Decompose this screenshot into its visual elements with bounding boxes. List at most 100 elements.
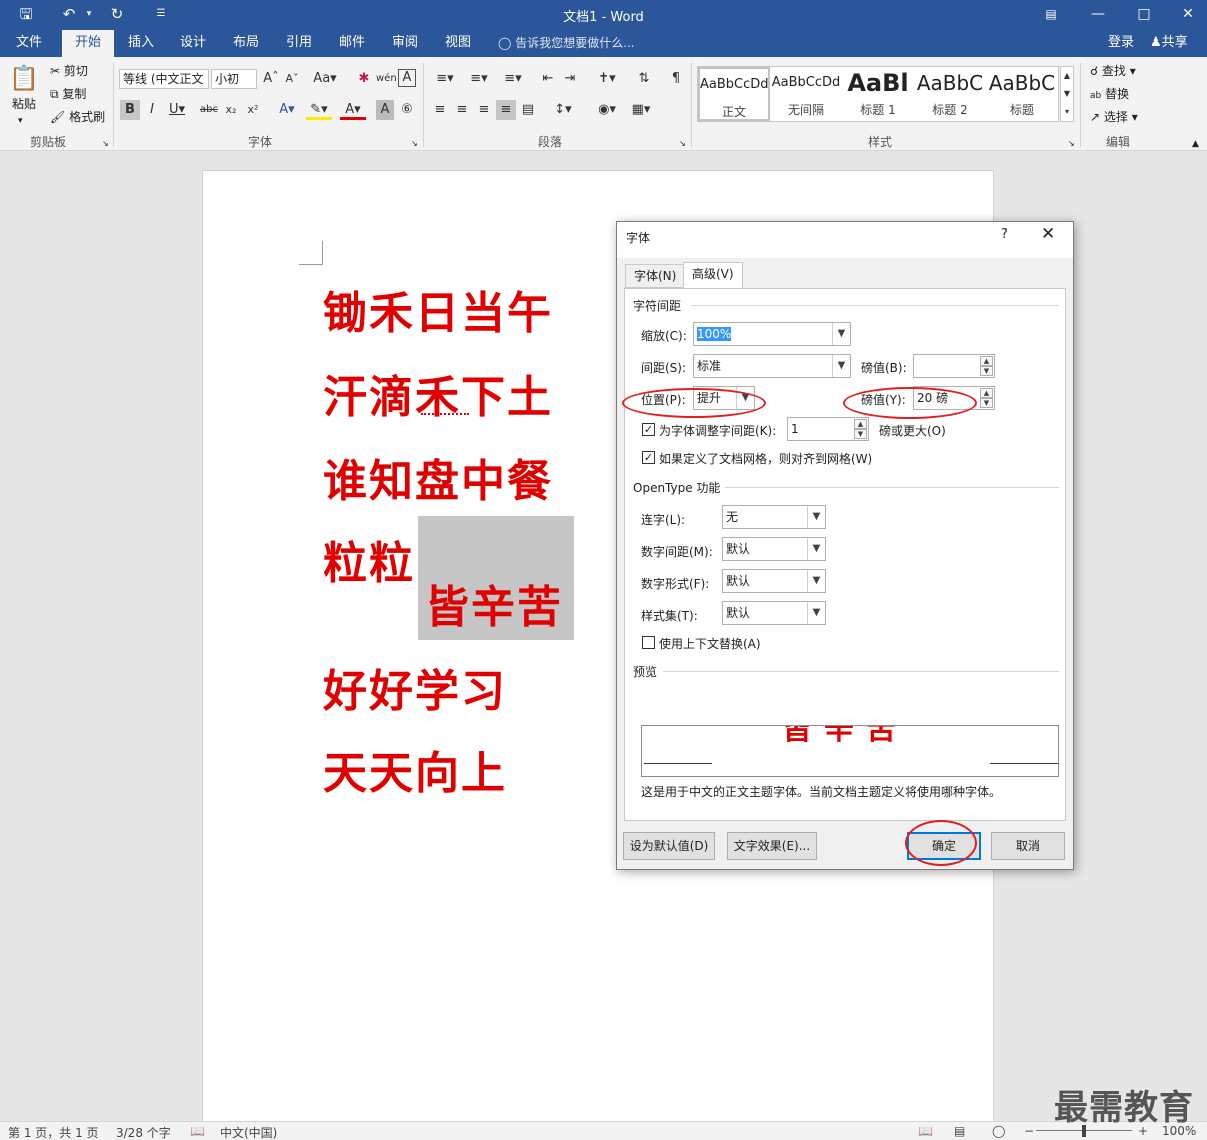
grow-font-icon[interactable]: Aˆ [262, 69, 280, 89]
proofing-icon[interactable]: 📖 [190, 1124, 205, 1138]
ribbon-display-icon[interactable]: ▤ [1031, 2, 1071, 26]
kerning-checkbox[interactable]: ✓ [642, 423, 655, 436]
doc-line-2[interactable]: 汗滴禾下土 [323, 361, 553, 425]
spin-down-icon[interactable]: ▼ [980, 398, 993, 408]
help-button[interactable]: ? [1001, 227, 1008, 242]
word-count[interactable]: 3/28 个字 [116, 1124, 171, 1140]
replace-button[interactable]: ab 替换 [1090, 85, 1129, 105]
tab-view[interactable]: 视图 [435, 30, 481, 57]
styles-launcher-icon[interactable]: ↘ [1068, 135, 1075, 153]
style-normal[interactable]: AaBbCcDd 正文 [698, 67, 770, 121]
number-spacing-combo[interactable]: 默认 ▼ [722, 537, 826, 561]
set-default-button[interactable]: 设为默认值(D) [623, 832, 715, 860]
bold-icon[interactable]: B [120, 100, 140, 120]
style-heading-2[interactable]: AaBbC 标题 2 [914, 67, 986, 121]
kerning-spinner[interactable]: 1 ▲ ▼ [787, 417, 869, 441]
clipboard-launcher-icon[interactable]: ↘ [102, 135, 109, 153]
spacing-combo[interactable]: 标准 ▼ [693, 354, 851, 378]
tab-mailings[interactable]: 邮件 [329, 30, 375, 57]
close-window-icon[interactable]: ✕ [1168, 2, 1207, 26]
phonetic-guide-icon[interactable]: wén [376, 69, 397, 89]
shrink-font-icon[interactable]: Aˇ [283, 69, 301, 89]
char-border-icon[interactable]: A [398, 69, 416, 87]
select-button[interactable]: ↗ 选择 ▾ [1090, 108, 1138, 126]
spin-up-icon[interactable]: ▲ [980, 356, 993, 366]
paste-button[interactable]: 粘贴 [12, 95, 36, 113]
spin-up-icon[interactable]: ▲ [980, 388, 993, 398]
styles-scroll-icon[interactable]: ▲ ▼ ▾ [1060, 66, 1074, 122]
tab-advanced[interactable]: 高级(V) [683, 262, 743, 289]
tab-design[interactable]: 设计 [170, 30, 216, 57]
login-link[interactable]: 登录 [1108, 30, 1134, 56]
collapse-ribbon-icon[interactable]: ▲ [1192, 135, 1199, 153]
page-count[interactable]: 第 1 页，共 1 页 [8, 1124, 99, 1140]
format-painter-button[interactable]: 🖌 格式刷 [50, 108, 105, 126]
find-button[interactable]: ☌ 查找 ▾ [1090, 62, 1136, 80]
snap-to-grid-checkbox[interactable]: ✓ [642, 451, 655, 464]
zoom-out-icon[interactable]: − [1024, 1124, 1034, 1138]
read-mode-icon[interactable]: 📖 [918, 1124, 933, 1138]
increase-indent-icon[interactable]: ⇥ [560, 69, 580, 89]
tab-file[interactable]: 文件 [6, 30, 52, 57]
spin-up-icon[interactable]: ▲ [854, 419, 867, 429]
decrease-indent-icon[interactable]: ⇤ [538, 69, 558, 89]
spacing-by-spinner[interactable]: ▲ ▼ [913, 354, 995, 378]
font-name-box[interactable]: 等线 (中文正文 [119, 69, 209, 89]
paste-dropdown-icon[interactable]: ▾ [18, 112, 23, 130]
spin-down-icon[interactable]: ▼ [980, 366, 993, 376]
doc-line-4[interactable]: 粒粒 [323, 527, 415, 591]
sort-icon[interactable]: ⇅ [634, 69, 654, 89]
doc-line-5[interactable]: 好好学习 [323, 655, 507, 719]
superscript-icon[interactable]: x² [244, 100, 262, 120]
print-layout-icon[interactable]: ▤ [954, 1124, 965, 1138]
raised-selected-text[interactable]: 皆辛苦 [425, 571, 563, 635]
highlight-icon[interactable]: ✎▾ [306, 100, 332, 120]
paste-icon[interactable]: 📋 [8, 63, 40, 93]
doc-line-3[interactable]: 谁知盘中餐 [323, 445, 553, 509]
subscript-icon[interactable]: x₂ [222, 100, 240, 120]
borders-icon[interactable]: ▦▾ [626, 100, 656, 120]
tell-me-box[interactable]: ◯ 告诉我您想要做什么... [498, 30, 635, 57]
distribute-icon[interactable]: ▤ [518, 100, 538, 120]
number-forms-combo[interactable]: 默认 ▼ [722, 569, 826, 593]
chinese-layout-icon[interactable]: ✝▾ [592, 69, 622, 89]
shading-icon[interactable]: ◉▾ [592, 100, 622, 120]
cancel-button[interactable]: 取消 [991, 832, 1065, 860]
text-effects-icon[interactable]: A▾ [274, 100, 300, 120]
cut-button[interactable]: ✂ 剪切 [50, 62, 88, 80]
copy-button[interactable]: ⧉ 复制 [50, 85, 86, 103]
contextual-alternates-checkbox[interactable] [642, 636, 655, 649]
tab-review[interactable]: 审阅 [382, 30, 428, 57]
text-effects-button[interactable]: 文字效果(E)... [727, 832, 817, 860]
paragraph-launcher-icon[interactable]: ↘ [679, 135, 686, 153]
scale-combo[interactable]: 100% ▼ [693, 322, 851, 346]
tab-font[interactable]: 字体(N) [625, 264, 686, 288]
spin-down-icon[interactable]: ▼ [854, 429, 867, 439]
italic-icon[interactable]: I [143, 100, 161, 120]
line-spacing-icon[interactable]: ↕▾ [548, 100, 578, 120]
tab-references[interactable]: 引用 [276, 30, 322, 57]
font-color-icon[interactable]: A▾ [340, 100, 366, 120]
align-right-icon[interactable]: ≡ [474, 100, 494, 120]
show-marks-icon[interactable]: ¶ [666, 69, 686, 89]
web-layout-icon[interactable]: ◯ [992, 1124, 1005, 1138]
share-button[interactable]: ♟共享 [1150, 30, 1188, 56]
align-center-icon[interactable]: ≡ [452, 100, 472, 120]
tab-home[interactable]: 开始 [62, 30, 114, 57]
tab-insert[interactable]: 插入 [118, 30, 164, 57]
maximize-icon[interactable]: □ [1124, 2, 1164, 26]
style-heading-1[interactable]: AaBl 标题 1 [842, 67, 914, 121]
style-sets-combo[interactable]: 默认 ▼ [722, 601, 826, 625]
style-title[interactable]: AaBbC 标题 [986, 67, 1058, 121]
char-shading-icon[interactable]: A [376, 100, 394, 120]
justify-icon[interactable]: ≡ [496, 100, 516, 120]
doc-line-6[interactable]: 天天向上 [323, 737, 507, 801]
minimize-icon[interactable]: — [1078, 2, 1118, 26]
tab-layout[interactable]: 布局 [223, 30, 269, 57]
strikethrough-icon[interactable]: abc [198, 100, 220, 120]
enclose-char-icon[interactable]: ⑥ [398, 100, 416, 120]
align-left-icon[interactable]: ≡ [430, 100, 450, 120]
bullets-icon[interactable]: ≡▾ [430, 69, 460, 89]
multilevel-list-icon[interactable]: ≡▾ [498, 69, 528, 89]
underline-icon[interactable]: U▾ [165, 100, 189, 120]
